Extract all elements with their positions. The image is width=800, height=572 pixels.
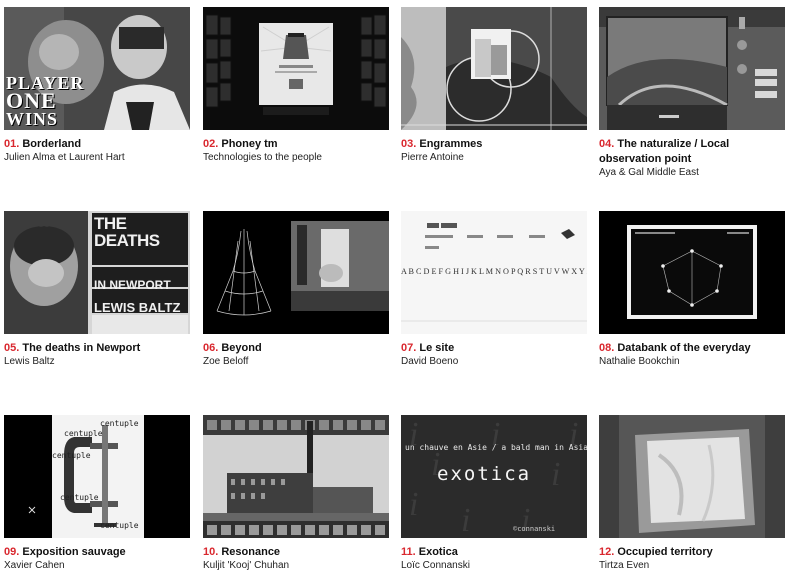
project-author: Aya & Gal Middle East xyxy=(599,167,699,178)
project-thumbnail-07[interactable]: A B C D E F G H I J K L M N O P Q R S T … xyxy=(401,211,587,334)
project-thumbnail-09[interactable]: centuple centuple centuple centuple cent… xyxy=(4,415,190,538)
thumbnail-overlay-text: centuple centuple centuple centuple cent… xyxy=(52,419,139,530)
project-author: Lewis Baltz xyxy=(4,356,55,367)
project-thumbnail-12[interactable] xyxy=(599,415,785,538)
project-card-07[interactable]: A B C D E F G H I J K L M N O P Q R S T … xyxy=(401,211,587,368)
project-thumbnail-06[interactable] xyxy=(203,211,389,334)
project-author: Zoe Beloff xyxy=(203,356,249,367)
project-thumbnail-11[interactable]: iii iii ii un chauve en Asie / a bald ma… xyxy=(401,415,587,538)
thumbnail-overlay-text: PLAYER ONE WINS xyxy=(6,73,85,129)
project-card-12[interactable]: 12. Occupied territory Tirtza Even xyxy=(599,415,785,572)
project-card-04[interactable]: 04. The naturalize / Local observation p… xyxy=(599,7,785,179)
project-author: Loïc Connanski xyxy=(401,560,470,571)
project-thumbnail-05[interactable]: THE DEATHS IN NEWPORT LEWIS BALTZ xyxy=(4,211,190,334)
project-thumbnail-03[interactable] xyxy=(401,7,587,130)
thumbnail-overlay-text: THE DEATHS IN NEWPORT LEWIS BALTZ xyxy=(94,214,181,315)
project-author: Pierre Antoine xyxy=(401,152,464,163)
project-card-08[interactable]: 08. Databank of the everyday Nathalie Bo… xyxy=(599,211,785,368)
project-author: Julien Alma et Laurent Hart xyxy=(4,152,125,163)
project-card-09[interactable]: centuple centuple centuple centuple cent… xyxy=(4,415,190,572)
project-card-06[interactable]: 06. Beyond Zoe Beloff xyxy=(203,211,389,368)
project-title[interactable]: 06. Beyond xyxy=(203,342,262,354)
project-title[interactable]: 09. Exposition sauvage xyxy=(4,546,126,558)
project-title[interactable]: 03. Engrammes xyxy=(401,138,482,150)
project-card-05[interactable]: THE DEATHS IN NEWPORT LEWIS BALTZ 05. Th… xyxy=(4,211,190,368)
project-card-10[interactable]: 10. Resonance Kuljit 'Kooj' Chuhan xyxy=(203,415,389,572)
project-author: David Boeno xyxy=(401,356,459,367)
project-title[interactable]: 08. Databank of the everyday xyxy=(599,342,751,354)
project-title[interactable]: 10. Resonance xyxy=(203,546,280,558)
project-author: Technologies to the people xyxy=(203,152,322,163)
project-card-03[interactable]: 03. Engrammes Pierre Antoine xyxy=(401,7,587,164)
project-thumbnail-01[interactable]: PLAYER ONE WINS xyxy=(4,7,190,130)
project-title[interactable]: 07. Le site xyxy=(401,342,454,354)
project-thumbnail-04[interactable] xyxy=(599,7,785,130)
project-title[interactable]: 04. The naturalize / Local observation p… xyxy=(599,138,729,165)
project-thumbnail-02[interactable] xyxy=(203,7,389,130)
project-title[interactable]: 01. Borderland xyxy=(4,138,81,150)
project-card-02[interactable]: 02. Phoney tm Technologies to the people xyxy=(203,7,389,164)
project-thumbnail-10[interactable] xyxy=(203,415,389,538)
project-author: Tirtza Even xyxy=(599,560,650,571)
alphabet-index: A B C D E F G H I J K L M N O P Q R S T … xyxy=(401,267,587,276)
project-title[interactable]: 02. Phoney tm xyxy=(203,138,278,150)
project-title[interactable]: 11. Exotica xyxy=(401,546,458,558)
project-thumbnail-08[interactable] xyxy=(599,211,785,334)
thumbnail-overlay-text: un chauve en Asie / a bald man in Asia e… xyxy=(405,443,587,533)
project-title[interactable]: 05. The deaths in Newport xyxy=(4,342,140,354)
project-card-01[interactable]: PLAYER ONE WINS 01. Borderland Julien Al… xyxy=(4,7,190,164)
project-title[interactable]: 12. Occupied territory xyxy=(599,546,713,558)
project-card-11[interactable]: iii iii ii un chauve en Asie / a bald ma… xyxy=(401,415,587,572)
project-author: Xavier Cahen xyxy=(4,560,65,571)
project-author: Nathalie Bookchin xyxy=(599,356,680,367)
project-author: Kuljit 'Kooj' Chuhan xyxy=(203,560,290,571)
